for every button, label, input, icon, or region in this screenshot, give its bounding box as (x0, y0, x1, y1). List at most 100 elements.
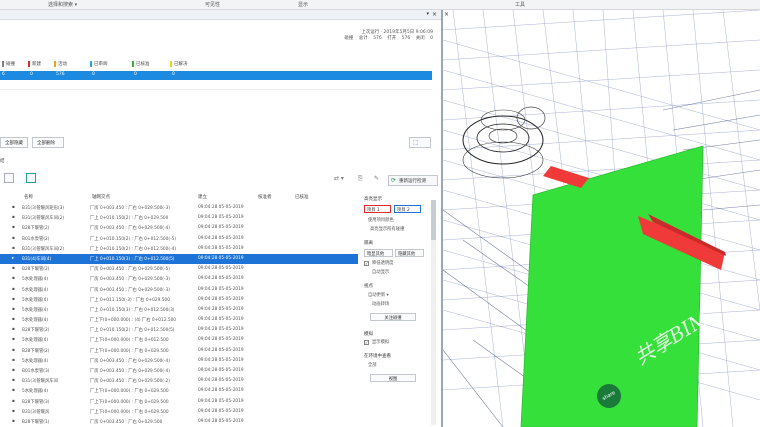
row-expand-icon[interactable]: ▪ (12, 287, 15, 292)
col-grid[interactable]: 轴网交点 (92, 194, 110, 200)
row-name: B31(3)管暖风车间 (22, 379, 58, 385)
table-row[interactable]: ▪ B28下暖管(3) 厂上下(0+000.000) : 厂右 0+029.500 0… (0, 397, 358, 407)
sort-icon[interactable]: ⇄ ▾ (334, 175, 344, 182)
row-date: 09:04:28 05-05-2019 (198, 276, 244, 282)
row-expand-icon[interactable]: ▪ (12, 419, 15, 424)
ribbon-select-search[interactable]: 选择和搜索 ▾ (48, 1, 77, 8)
ribbon-visibility[interactable]: 可见性 (205, 1, 220, 8)
col-created[interactable]: 建立 (198, 194, 207, 200)
row-expand-icon[interactable]: ▪ (12, 236, 15, 241)
table-row[interactable]: ▪ B28下暖管(2) 厂房 0+003.450 : 厂右 0+029.500(-4… (0, 223, 358, 233)
new-group-icon[interactable] (26, 173, 36, 183)
show-simulation-checkbox[interactable]: ✓ (364, 340, 369, 345)
simulation-label: 模拟 (364, 332, 373, 337)
row-expand-icon[interactable]: ▪ (12, 409, 15, 414)
row-expand-icon[interactable]: ▪ (12, 297, 15, 302)
use-item-color[interactable]: 使用项目颜色 (368, 217, 394, 223)
filter-icon[interactable] (4, 173, 14, 183)
status-col-approved: 已核准 (132, 61, 150, 67)
row-expand-icon[interactable]: ▪ (12, 246, 15, 251)
status-col-clash: 碰撞 (2, 61, 15, 67)
comment-icon[interactable]: ✎ (374, 175, 379, 182)
table-row[interactable]: ▪ 5水处理器(4) 厂上 0+011.150(-3) : 厂右 0+029.500… (0, 295, 358, 305)
view-button[interactable]: 视图 (370, 374, 416, 382)
row-expand-icon[interactable]: ▪ (12, 266, 15, 271)
table-row[interactable]: ▪ B28下暖管(2) 厂上 0+010.150(2) : 厂右 0+012.500… (0, 325, 358, 335)
row-expand-icon[interactable]: ▪ (12, 399, 15, 404)
hide-others-button[interactable]: 隐藏其他 (395, 249, 424, 257)
dim-others-button[interactable]: 暗显其他 (364, 249, 393, 257)
table-row[interactable]: ▪ 5水处理器(4) 厂房 0+003.450 : 厂右 0+029.500(-4)… (0, 356, 358, 366)
export-button[interactable]: ⬚ (409, 137, 431, 148)
row-grid: 厂上下(0+000.000) : 厂右 0+012.500 (90, 338, 169, 344)
row-expand-icon[interactable]: ▪ (12, 368, 15, 373)
table-row[interactable]: ▪ B31(3)管暖风矩形(3) 厂房 0+003.450 : 厂右 0+029.5… (0, 203, 358, 213)
auto-reveal-label[interactable]: 自动显示 (372, 269, 389, 275)
focus-clash-button[interactable]: 关注碰撞 (370, 313, 416, 321)
viewpoint-select[interactable]: 自动更新 ▾ (368, 292, 389, 298)
col-approved[interactable]: 已核准 (295, 194, 309, 200)
row-expand-icon[interactable]: ▪ (12, 307, 15, 312)
item1-toggle[interactable]: 项目 1 (364, 205, 391, 213)
table-row[interactable]: ▪ B28下暖管(2) 厂房 0+003.450 : 厂右 0+029.500(-5… (0, 264, 358, 274)
row-expand-icon[interactable]: ▪ (12, 276, 15, 281)
pin-icon[interactable]: ▾ (426, 11, 429, 17)
table-row[interactable]: ▪ B28下暖管(2) 厂上下(0+000.000) : 厂右 0+029.500 0… (0, 346, 358, 356)
row-expand-icon[interactable]: ▪ (12, 358, 15, 363)
ribbon-display[interactable]: 显示 (298, 1, 308, 8)
row-expand-icon[interactable]: ▪ (12, 378, 15, 383)
lower-transparency-checkbox[interactable]: ✓ (364, 261, 369, 266)
table-row[interactable]: ▪ B28下暖管(1) 厂房 0+003.450 : 厂右 0+029.500 09:… (0, 417, 358, 427)
assign-icon[interactable]: ⎘ (358, 175, 363, 183)
results-scrollbar[interactable] (431, 200, 436, 425)
ribbon-tools[interactable]: 工具 (515, 1, 525, 8)
row-expand-icon[interactable]: ▪ (12, 215, 15, 220)
results-list: ▪ B31(3)管暖风矩形(3) 厂房 0+003.450 : 厂右 0+029.5… (0, 203, 358, 427)
row-date: 09:04:28 05-05-2019 (198, 266, 244, 272)
table-row[interactable]: ▪ B01水泵管(2) 厂上 0+010.150(2) : 厂右 0+012.500… (0, 234, 358, 244)
table-row[interactable]: ▪ 5水处理器(4) 厂房 0+003.450 : 厂右 0+029.500(-3)… (0, 285, 358, 295)
results-column-headers: 名称 轴网交点 建立 核准者 已核准 (0, 193, 358, 201)
row-expand-icon[interactable]: ▪ (12, 225, 15, 230)
table-row[interactable]: ▪ B31(3)管暖风车间(2) 厂上 0+010.150(2) : 厂右 0+02… (0, 213, 358, 223)
scrollbar-thumb[interactable] (431, 200, 436, 240)
row-expand-icon[interactable]: ▸ (12, 256, 14, 261)
row-expand-icon[interactable]: ▪ (12, 388, 15, 393)
highlight-all-clashes[interactable]: 高亮显示所有碰撞 (370, 226, 404, 232)
hide-all-button[interactable]: 全部隐藏 (0, 137, 28, 148)
env-select[interactable]: 全部 (368, 362, 377, 368)
table-row[interactable]: ▪ 5水处理器(4) 厂上下(0+000.000) : 厂右 0+012.500 09… (0, 335, 358, 345)
table-row[interactable]: ▪ B31(3)管暖风 厂上下(0+000.000) : 厂右 0+029.500 0… (0, 407, 358, 417)
row-expand-icon[interactable]: ▪ (12, 337, 15, 342)
table-row[interactable]: ▸ B31(4)车间(4) 厂上 0+010.150(3) : 厂右 0+012.5… (0, 253, 358, 265)
table-row[interactable]: ▪ 5水处理器(4) 厂上下(0+000.000) : 厂右 0+029.500 09… (0, 386, 358, 396)
row-expand-icon[interactable]: ▪ (12, 327, 15, 332)
animate-transitions[interactable]: 动画转场 (372, 301, 389, 307)
col-name[interactable]: 名称 (24, 194, 33, 200)
table-row[interactable]: ▪ B01水泵管(3) 厂房 0+003.450 : 厂右 0+029.500(-4… (0, 366, 358, 376)
row-expand-icon[interactable]: ▪ (12, 317, 15, 322)
row-expand-icon[interactable]: ▪ (12, 348, 15, 353)
pipe-fitting (516, 106, 546, 130)
status-row-selected[interactable]: 6 0 576 0 0 0 (0, 71, 432, 80)
row-date: 09:04:28 05-05-2019 (198, 418, 244, 424)
item2-toggle[interactable]: 项目 2 (394, 205, 421, 213)
highlight-label: 高亮显示 (364, 197, 382, 202)
table-row[interactable]: ▪ 5水处理器(4) 厂上下(0+000.000) : (4) 厂右 0+012.5… (0, 315, 358, 325)
viewport-close-icon[interactable]: × (444, 11, 449, 18)
row-grid: 厂上 0+010.150(2) : 厂右 0+012.500(5) (90, 328, 175, 334)
3d-viewport[interactable]: × (443, 10, 760, 427)
row-grid: 厂上下(0+000.000) : 厂右 0+029.500 (90, 348, 169, 354)
col-approver[interactable]: 核准者 (258, 194, 272, 200)
table-row[interactable]: ▪ 5水处理器(4) 厂房 0+003.450 : 厂右 0+029.500(-3)… (0, 274, 358, 284)
table-row[interactable]: ▪ B31(3)管暖风车间(2) 厂上 0+010.150(2) : 厂右 0+01… (0, 244, 358, 254)
row-expand-icon[interactable]: ▪ (12, 205, 15, 210)
table-row[interactable]: ▪ 5水处理器(4) 厂上 0+010.150(3) : 厂右 0+012.500(… (0, 305, 358, 315)
row-grid: 厂房 0+003.450 : 厂右 0+029.500(-4) (90, 226, 170, 232)
close-icon[interactable]: × (432, 11, 437, 18)
delete-all-button[interactable]: 全部删除 (32, 137, 64, 148)
row-name: B28下暖管(3) (22, 399, 50, 405)
row-date: 09:04:28 05-05-2019 (198, 255, 244, 261)
table-row[interactable]: ▪ B31(3)管暖风车间 厂房 0+003.450 : 厂右 0+029.500(… (0, 376, 358, 386)
rerun-test-button[interactable]: 重新运行检测 (388, 175, 438, 186)
